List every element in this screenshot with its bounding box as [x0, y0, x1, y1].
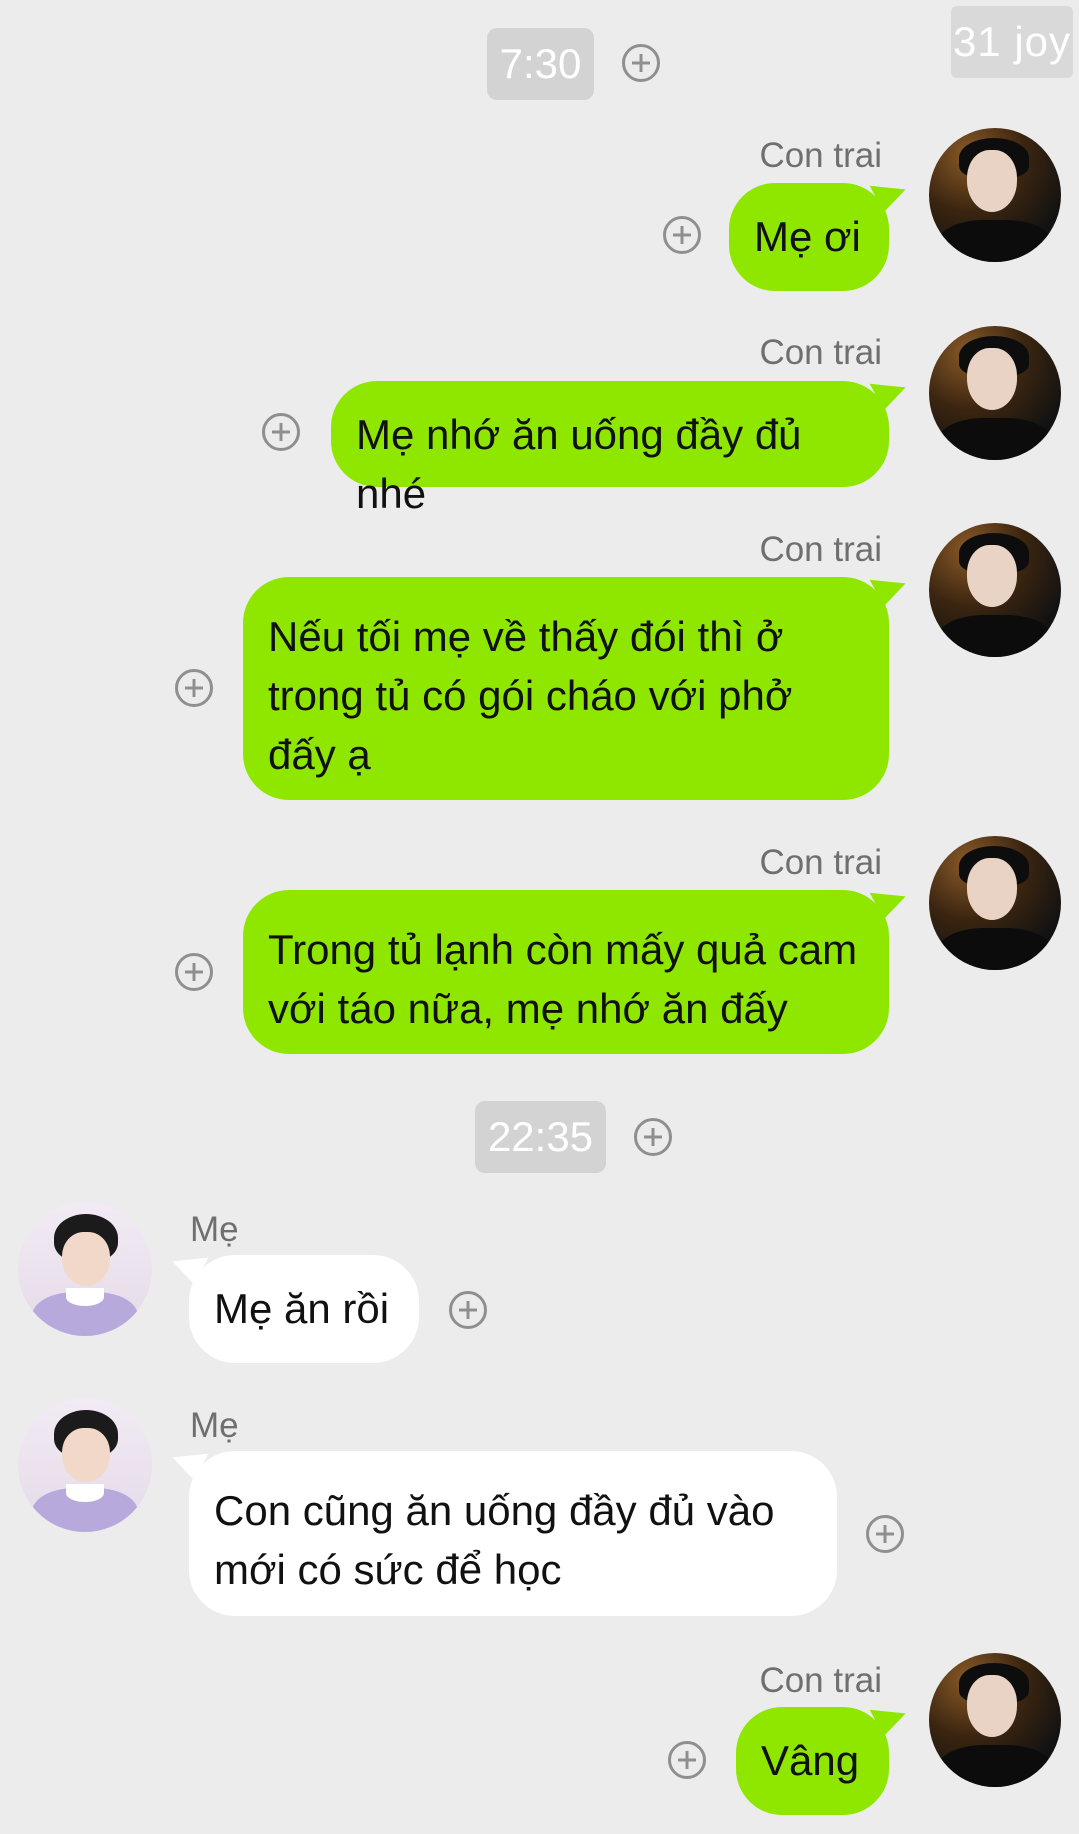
bubble-tail: [869, 171, 911, 213]
message-text: Trong tủ lạnh còn mấy quả cam với táo nữ…: [268, 926, 858, 1032]
message-bubble[interactable]: Mẹ ơi: [729, 171, 911, 291]
message-text: Nếu tối mẹ về thấy đói thì ở trong tủ có…: [268, 613, 793, 778]
sender-name: Con trai: [759, 333, 882, 372]
message-bubble[interactable]: Nếu tối mẹ về thấy đói thì ở trong tủ có…: [243, 565, 911, 800]
time-separator: 22:35: [475, 1101, 606, 1173]
avatar-son[interactable]: [929, 128, 1061, 262]
sender-name: Con trai: [759, 530, 882, 569]
avatar-mom[interactable]: [18, 1398, 152, 1532]
sender-name: Mẹ: [190, 1406, 239, 1445]
plus-circle-icon[interactable]: [175, 953, 213, 991]
avatar-son[interactable]: [929, 523, 1061, 657]
plus-circle-icon[interactable]: [449, 1291, 487, 1329]
plus-circle-icon[interactable]: [668, 1741, 706, 1779]
plus-circle-icon[interactable]: [634, 1118, 672, 1156]
message-bubble[interactable]: Vâng: [736, 1695, 911, 1815]
bubble-tail: [869, 1695, 911, 1737]
plus-circle-icon[interactable]: [262, 413, 300, 451]
plus-circle-icon[interactable]: [622, 44, 660, 82]
message-text: Mẹ ăn rồi: [214, 1285, 390, 1332]
time-separator: 7:30: [487, 28, 594, 100]
plus-circle-icon[interactable]: [175, 669, 213, 707]
sender-name: Mẹ: [190, 1210, 239, 1249]
message-bubble[interactable]: Mẹ nhớ ăn uống đầy đủ nhé: [331, 369, 911, 517]
avatar-son[interactable]: [929, 1653, 1061, 1787]
message-text: Mẹ nhớ ăn uống đầy đủ nhé: [356, 411, 802, 517]
plus-circle-icon[interactable]: [663, 216, 701, 254]
message-bubble[interactable]: Mẹ ăn rồi: [167, 1243, 419, 1363]
plus-circle-icon[interactable]: [866, 1515, 904, 1553]
avatar-son[interactable]: [929, 326, 1061, 460]
message-text: Mẹ ơi: [754, 213, 861, 260]
bubble-tail: [869, 878, 911, 920]
avatar-son[interactable]: [929, 836, 1061, 970]
sender-name: Con trai: [759, 843, 882, 882]
message-text: Vâng: [761, 1737, 860, 1784]
message-bubble[interactable]: Con cũng ăn uống đầy đủ vào mới có sức đ…: [167, 1439, 837, 1616]
watermark: 31 joy: [951, 6, 1073, 78]
sender-name: Con trai: [759, 1661, 882, 1700]
bubble-tail: [869, 369, 911, 411]
sender-name: Con trai: [759, 136, 882, 175]
message-bubble[interactable]: Trong tủ lạnh còn mấy quả cam với táo nữ…: [243, 878, 911, 1054]
bubble-tail: [869, 565, 911, 607]
avatar-mom[interactable]: [18, 1202, 152, 1336]
message-text: Con cũng ăn uống đầy đủ vào mới có sức đ…: [214, 1487, 775, 1593]
